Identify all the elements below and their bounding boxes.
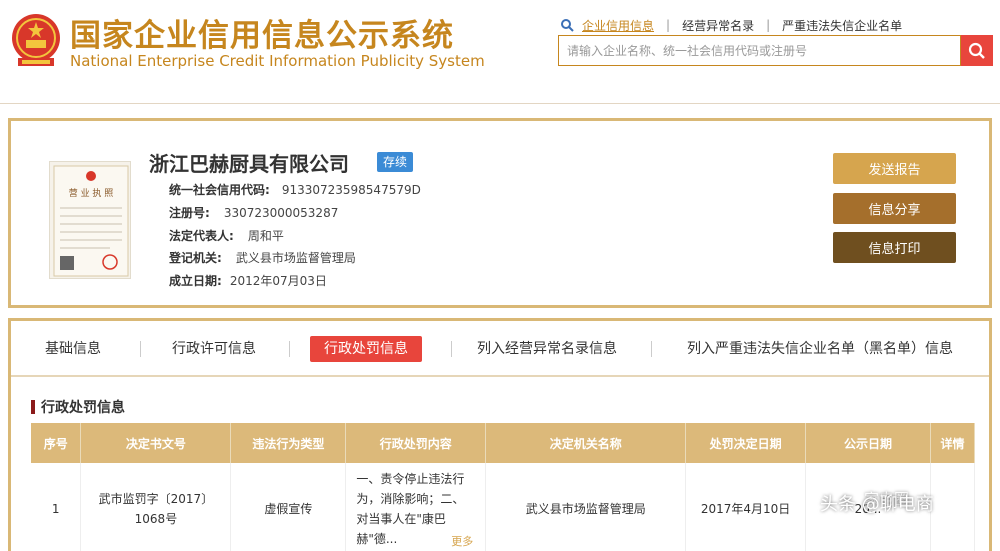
- search-icon: [968, 42, 985, 59]
- status-badge: 存续: [377, 152, 414, 172]
- nav-link-credit-info[interactable]: 企业信用信息: [582, 17, 654, 34]
- column-header: 决定机关名称: [485, 423, 687, 463]
- nav-divider: |: [666, 18, 671, 32]
- cell-penalty-content: 一、责令停止违法行为，消除影响；二、对当事人在"康巴赫"德... 更多: [345, 463, 487, 551]
- info-row-founded-date: 成立日期: 2012年07月03日: [169, 272, 327, 289]
- column-header: 公示日期: [805, 423, 931, 463]
- watermark-text: 头条 @聊电商: [820, 494, 934, 515]
- nav-divider: |: [766, 18, 771, 32]
- tab-admin-license[interactable]: 行政许可信息: [172, 336, 256, 362]
- section-title: 行政处罚信息: [31, 397, 125, 417]
- share-info-button[interactable]: 信息分享: [833, 193, 956, 224]
- column-header: 详情: [930, 423, 976, 463]
- tab-divider: [451, 341, 452, 357]
- site-title: 国家企业信用信息公示系统: [70, 18, 454, 54]
- column-header: 决定书文号: [80, 423, 232, 463]
- search-button[interactable]: [961, 35, 993, 66]
- tab-basic-info[interactable]: 基础信息: [45, 336, 101, 362]
- penalty-content-text: 一、责令停止违法行为，消除影响；二、对当事人在"康巴赫"德...: [356, 472, 465, 547]
- search-icon: [561, 19, 574, 32]
- penalty-table: 序号 决定书文号 违法行为类型 行政处罚内容 决定机关名称 处罚决定日期 公示日…: [31, 423, 976, 551]
- info-label: 注册号:: [169, 206, 210, 220]
- info-row-reg-no: 注册号: 330723000053287: [169, 204, 338, 221]
- business-license-image: 营 业 执 照: [49, 161, 131, 279]
- tab-divider: [651, 341, 652, 357]
- cell-doc-no: 武市监罚字〔2017〕1068号: [80, 463, 232, 551]
- info-label: 法定代表人:: [169, 229, 234, 243]
- table-header-row: 序号 决定书文号 违法行为类型 行政处罚内容 决定机关名称 处罚决定日期 公示日…: [31, 423, 976, 463]
- info-panel: 基础信息 行政许可信息 行政处罚信息 列入经营异常名录信息 列入严重违法失信企业…: [8, 318, 992, 551]
- info-value: 91330723598547579D: [281, 183, 421, 197]
- info-value: 2012年07月03日: [229, 274, 327, 288]
- nav-link-blacklist[interactable]: 严重违法失信企业名单: [782, 17, 902, 34]
- info-row-reg-authority: 登记机关: 武义县市场监督管理局: [169, 249, 356, 266]
- tab-admin-penalty[interactable]: 行政处罚信息: [310, 336, 422, 362]
- tab-bar: 基础信息 行政许可信息 行政处罚信息 列入经营异常名录信息 列入严重违法失信企业…: [11, 321, 989, 377]
- nav-link-abnormal-list[interactable]: 经营异常名录: [682, 17, 754, 34]
- info-row-legal-rep: 法定代表人: 周和平: [169, 227, 284, 244]
- column-header: 行政处罚内容: [345, 423, 487, 463]
- more-link[interactable]: 更多: [451, 532, 473, 551]
- site-subtitle: National Enterprise Credit Information P…: [70, 52, 485, 70]
- cell-detail[interactable]: [930, 463, 976, 551]
- tab-blacklist[interactable]: 列入严重违法失信企业名单（黑名单）信息: [687, 336, 953, 362]
- tab-divider: [289, 341, 290, 357]
- section-marker: [31, 400, 35, 414]
- info-label: 成立日期:: [169, 274, 222, 288]
- national-emblem-icon: [12, 14, 60, 66]
- cell-decision-date: 2017年4月10日: [685, 463, 807, 551]
- company-card: 营 业 执 照 浙江巴赫厨具有限公司 存续 统一社会信用代码: 913307235…: [8, 118, 992, 308]
- license-thumbnail-icon: 营 业 执 照: [53, 165, 129, 277]
- info-row-credit-code: 统一社会信用代码: 91330723598547579D: [169, 181, 421, 198]
- cell-violation-type: 虚假宣传: [230, 463, 347, 551]
- column-header: 处罚决定日期: [685, 423, 807, 463]
- cell-no: 1: [31, 463, 82, 551]
- info-value: 周和平: [247, 229, 284, 243]
- company-name: 浙江巴赫厨具有限公司: [149, 152, 349, 176]
- license-title: 营 业 执 照: [69, 187, 114, 199]
- column-header: 违法行为类型: [230, 423, 347, 463]
- top-nav: 企业信用信息 | 经营异常名录 | 严重违法失信企业名单: [560, 15, 902, 35]
- send-report-button[interactable]: 发送报告: [833, 153, 956, 184]
- cell-authority: 武义县市场监督管理局: [485, 463, 687, 551]
- info-value: 330723000053287: [223, 206, 339, 220]
- info-label: 统一社会信用代码:: [169, 183, 270, 197]
- column-header: 序号: [31, 423, 82, 463]
- tab-abnormal-list[interactable]: 列入经营异常名录信息: [477, 336, 617, 362]
- section-title-text: 行政处罚信息: [41, 400, 125, 416]
- info-label: 登记机关:: [169, 251, 222, 265]
- site-header: 国家企业信用信息公示系统 National Enterprise Credit …: [0, 0, 1000, 104]
- print-info-button[interactable]: 信息打印: [833, 232, 956, 263]
- info-value: 武义县市场监督管理局: [235, 251, 356, 265]
- tab-divider: [140, 341, 141, 357]
- search-box: [558, 35, 961, 66]
- search-input[interactable]: [559, 36, 960, 65]
